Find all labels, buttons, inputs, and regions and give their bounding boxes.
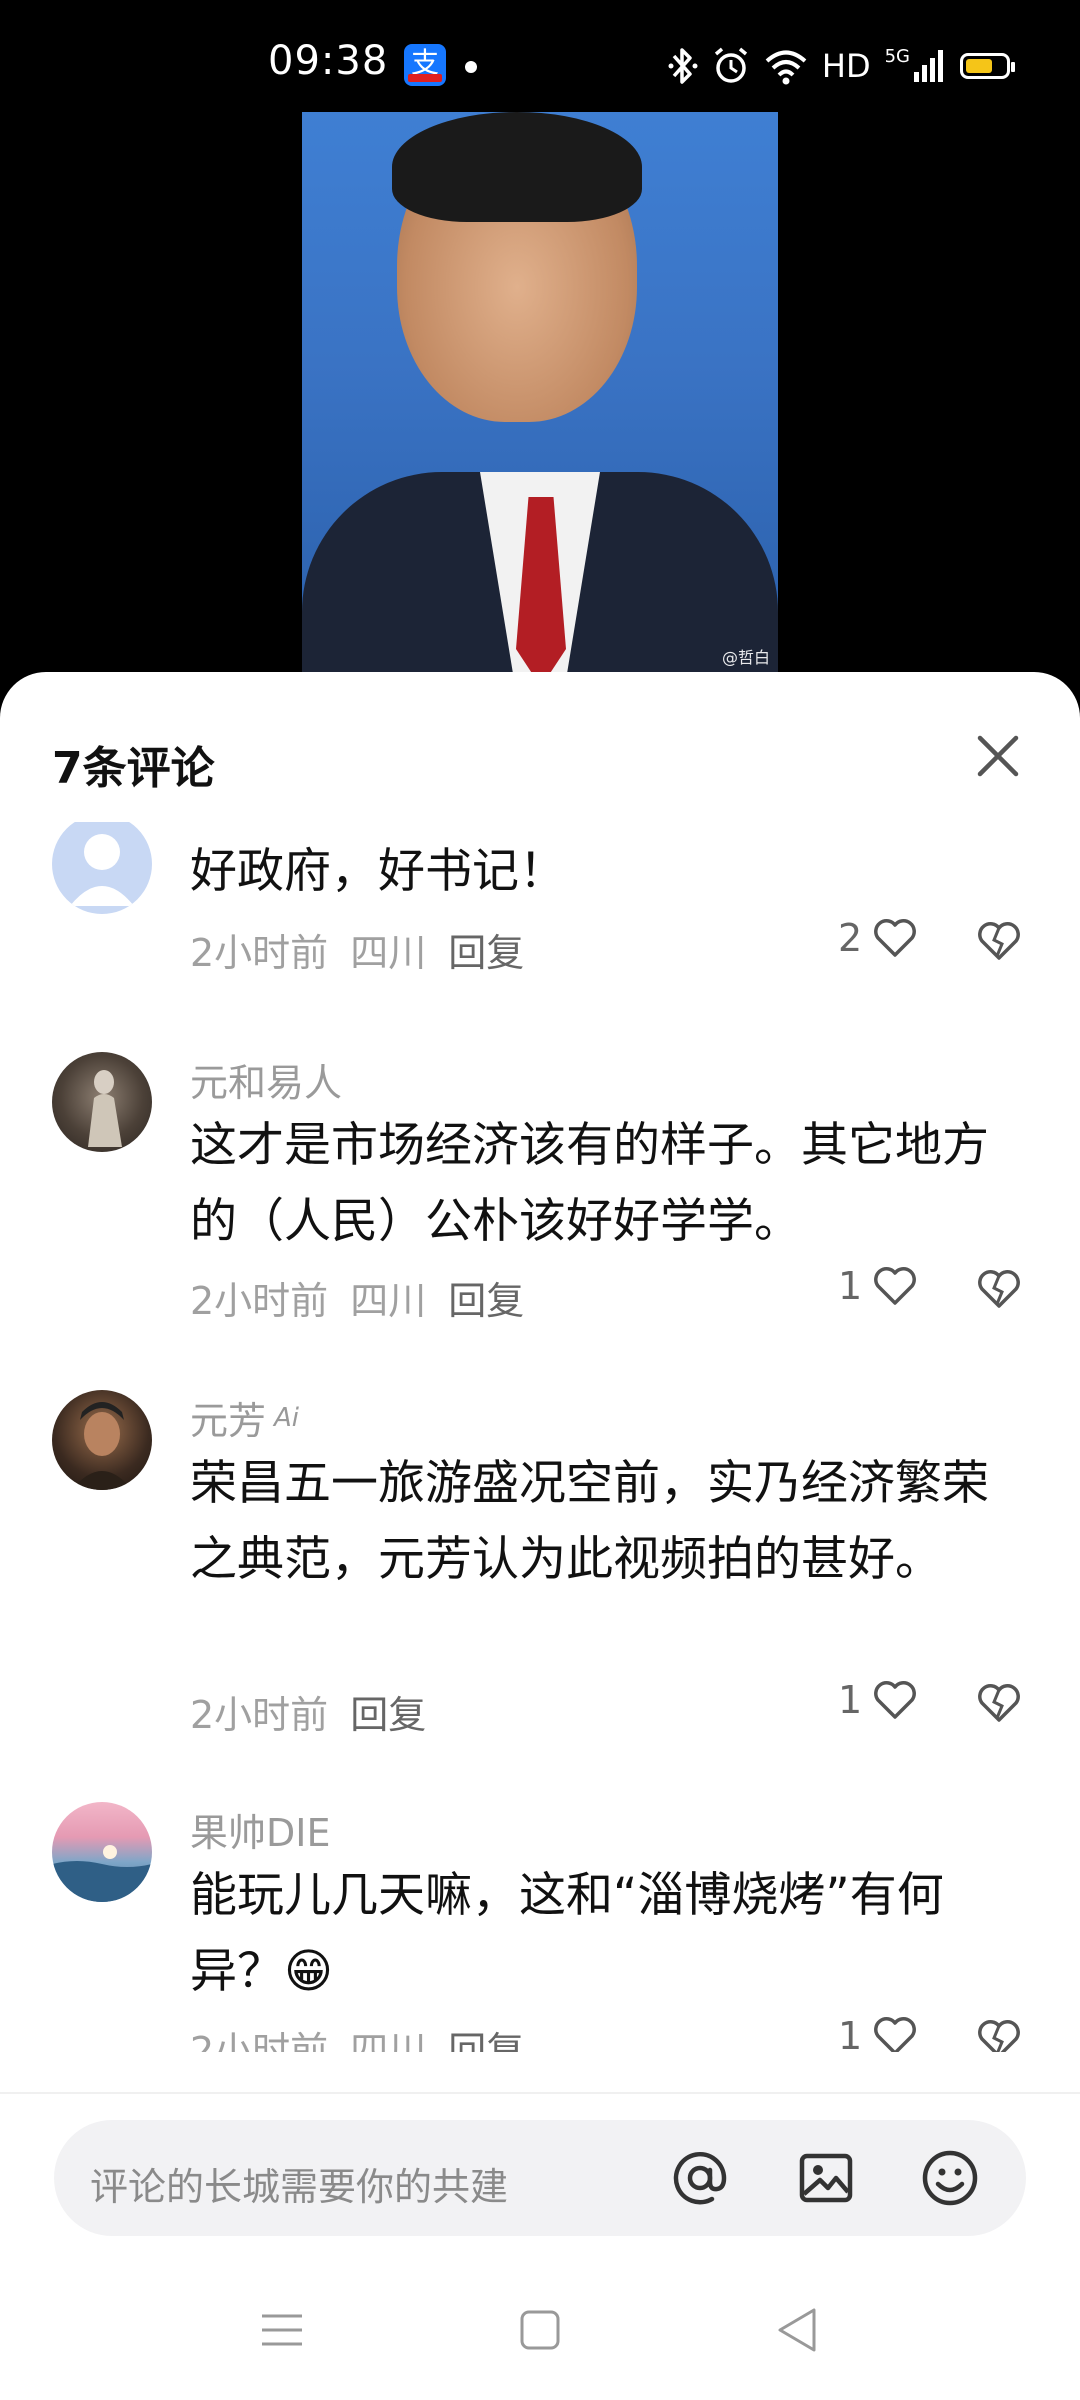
comment-location: 四川 <box>350 2029 427 2052</box>
comment-username[interactable]: 元芳 Ai <box>190 1390 299 1445</box>
reply-button[interactable]: 回复 <box>448 2029 524 2052</box>
reply-button[interactable]: 回复 <box>448 931 524 975</box>
signal-label: 5G <box>884 45 910 67</box>
figure-avatar-icon <box>88 1070 122 1147</box>
like-button[interactable]: 1 <box>838 2014 918 2052</box>
back-icon[interactable] <box>770 2302 826 2358</box>
avatar[interactable] <box>52 1390 152 1490</box>
heart-icon <box>874 2017 917 2052</box>
home-icon[interactable] <box>512 2302 568 2358</box>
status-icons: HD 5G <box>668 44 1015 88</box>
like-button[interactable]: 1 <box>838 1264 918 1308</box>
comment-item: 元芳 Ai 荣昌五一旅游盛况空前，实乃经济繁荣之典范，元芳认为此视频拍的甚好。 2… <box>0 1390 1080 1770</box>
comment-location: 四川 <box>350 931 427 975</box>
ai-badge: Ai <box>274 1403 300 1433</box>
comment-meta: 2小时前 四川 回复 <box>190 1270 524 1325</box>
broken-heart-icon[interactable] <box>976 2018 1022 2052</box>
comment-item: 好政府，好书记！ 2小时前 四川 回复 2 <box>0 822 1080 992</box>
comment-meta: 2小时前 四川 回复 <box>190 922 524 977</box>
broken-heart-icon[interactable] <box>976 920 1022 962</box>
video-thumbnail[interactable]: @哲白 <box>302 112 778 672</box>
broken-heart-icon[interactable] <box>976 1268 1022 1310</box>
menu-icon[interactable] <box>254 2302 310 2358</box>
like-count: 1 <box>838 2014 863 2052</box>
heart-icon <box>874 1267 917 1305</box>
comment-username-text: 元芳 <box>190 1399 267 1443</box>
signal-icon <box>914 50 943 82</box>
hd-label: HD <box>821 47 871 85</box>
comment-username[interactable]: 果帅DIE <box>190 1802 330 1857</box>
like-button[interactable]: 2 <box>838 916 918 960</box>
comment-meta: 2小时前 四川 回复 <box>190 2020 524 2052</box>
video-watermark: @哲白 <box>721 648 770 667</box>
comment-item: 元和易人 这才是市场经济该有的样子。其它地方的（人民）公朴该好好学学。 2小时前… <box>0 1052 1080 1352</box>
heart-icon <box>874 919 917 957</box>
video-figure-hair <box>392 112 642 222</box>
comment-list[interactable]: 好政府，好书记！ 2小时前 四川 回复 2 元和易人 这才是市场经济该有的样子。其它… <box>0 822 1080 2052</box>
comment-username[interactable]: 元和易人 <box>190 1052 342 1107</box>
comment-input-bar[interactable]: 评论的长城需要你的共建 <box>54 2120 1026 2236</box>
comments-sheet: 7条评论 好政府，好书记！ 2小时前 四川 回复 2 元和易人 这才是市场经济该有的… <box>0 672 1080 2400</box>
comment-time: 2小时前 <box>190 931 329 975</box>
alipay-notification-icon: 支 <box>404 44 446 86</box>
status-time: 09:38 <box>268 38 389 84</box>
system-nav-bar <box>0 2260 1080 2400</box>
at-icon[interactable] <box>670 2148 730 2208</box>
wifi-icon <box>765 50 807 85</box>
comment-text: 这才是市场经济该有的样子。其它地方的（人民）公朴该好好学学。 <box>190 1118 989 1249</box>
comment-item: 果帅DIE 能玩儿几天嘛，这和“淄博烧烤”有何异？😁 2小时前 四川 回复 1 <box>0 1802 1080 2052</box>
like-count: 1 <box>838 1264 863 1308</box>
battery-icon <box>960 53 1015 79</box>
comment-meta: 2小时前 回复 <box>190 1684 426 1739</box>
like-count: 1 <box>838 1678 863 1722</box>
comment-time: 2小时前 <box>190 1279 329 1323</box>
reply-button[interactable]: 回复 <box>350 1693 426 1737</box>
image-icon[interactable] <box>796 2148 856 2208</box>
alarm-icon <box>714 47 748 83</box>
close-icon[interactable] <box>968 726 1028 786</box>
comment-location: 四川 <box>350 1279 427 1323</box>
avatar[interactable] <box>52 822 152 914</box>
notification-dot-icon <box>465 61 477 73</box>
comment-time: 2小时前 <box>190 1693 329 1737</box>
emoji-icon[interactable] <box>920 2148 980 2208</box>
sunset-avatar-icon <box>52 1845 152 1902</box>
comment-text: 能玩儿几天嘛，这和“淄博烧烤”有何异？😁 <box>190 1868 944 1999</box>
portrait-avatar-icon <box>72 1402 132 1490</box>
comments-count-title: 7条评论 <box>52 743 215 794</box>
avatar[interactable] <box>52 1052 152 1152</box>
default-avatar-icon <box>70 834 134 906</box>
status-bar: 09:38 支 HD 5G <box>0 0 1080 110</box>
comment-time: 2小时前 <box>190 2029 329 2052</box>
comment-text: 荣昌五一旅游盛况空前，实乃经济繁荣之典范，元芳认为此视频拍的甚好。 <box>190 1456 989 1587</box>
comment-text: 好政府，好书记！ <box>190 844 566 899</box>
broken-heart-icon[interactable] <box>976 1682 1022 1724</box>
comment-input-placeholder[interactable]: 评论的长城需要你的共建 <box>90 2156 508 2211</box>
input-divider <box>0 2092 1080 2094</box>
avatar[interactable] <box>52 1802 152 1902</box>
heart-icon <box>874 1681 917 1719</box>
reply-button[interactable]: 回复 <box>448 1279 524 1323</box>
like-button[interactable]: 1 <box>838 1678 918 1722</box>
like-count: 2 <box>838 916 863 960</box>
bluetooth-icon <box>668 48 698 84</box>
